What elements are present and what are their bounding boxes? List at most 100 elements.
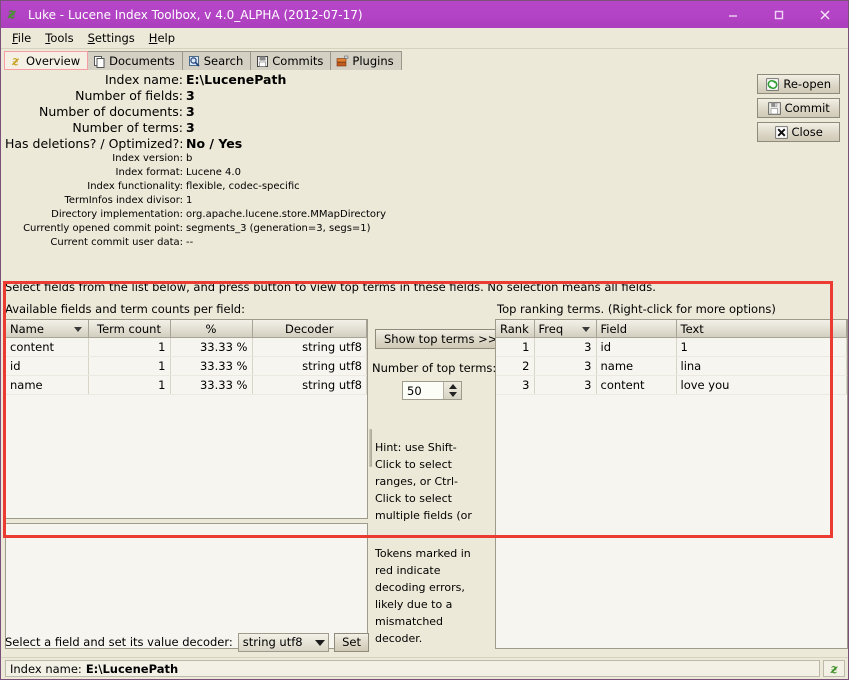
col-header-percent[interactable]: % [170, 320, 253, 338]
info-row-commit-point: Currently opened commit point: segments_… [5, 222, 848, 236]
luke-logo-icon: ƶ [8, 6, 16, 22]
info-value: b [186, 153, 193, 164]
close-index-button[interactable]: Close [757, 122, 840, 142]
tab-commits-label: Commits [272, 54, 324, 68]
col-header-freq[interactable]: Freq [534, 320, 597, 338]
application-window: ƶ Luke - Lucene Index Toolbox, v 4.0_ALP… [0, 0, 849, 680]
cell-field: name [596, 356, 677, 376]
info-label: Number of terms: [72, 120, 183, 135]
search-magnifier-icon [188, 55, 200, 67]
info-row-number-of-documents: Number of documents: 3 [5, 104, 848, 120]
title-bar: ƶ Luke - Lucene Index Toolbox, v 4.0_ALP… [1, 1, 848, 28]
col-header-freq-label: Freq [538, 321, 564, 336]
split-pane-divider[interactable] [369, 429, 372, 467]
tab-search[interactable]: Search [181, 51, 252, 70]
cell-freq: 3 [534, 375, 597, 395]
overview-panel: Index name: E:\LucenePath Number of fiel… [1, 70, 848, 657]
reopen-button[interactable]: Re-open [757, 74, 840, 94]
info-row-deletions-optimized: Has deletions? / Optimized?: No / Yes [5, 136, 848, 152]
info-value: E:\LucenePath [186, 72, 287, 87]
info-value: org.apache.lucene.store.MMapDirectory [186, 209, 387, 220]
cell-decoder: string utf8 [252, 356, 367, 376]
floppy-disk-icon [767, 101, 781, 115]
index-action-buttons: Re-open Commit Close [757, 74, 840, 142]
chevron-down-icon [448, 392, 457, 398]
cell-field-name: content [6, 337, 89, 357]
chevron-down-icon [315, 640, 326, 646]
info-row-index-format: Index format: Lucene 4.0 [5, 166, 848, 180]
col-header-name[interactable]: Name [6, 320, 89, 338]
floppy-disk-icon [257, 55, 269, 67]
cell-text: 1 [676, 337, 847, 357]
table-row[interactable]: content 1 33.33 % string utf8 [6, 337, 367, 357]
cell-field: id [596, 337, 677, 357]
sort-descending-icon [73, 326, 82, 332]
set-decoder-button[interactable]: Set [334, 632, 369, 652]
info-value: 3 [186, 88, 195, 103]
top-ranking-terms-label: Top ranking terms. (Right-click for more… [497, 302, 776, 316]
cell-field-name: id [6, 356, 89, 376]
tab-overview[interactable]: ƶ Overview [4, 51, 89, 70]
cell-field: content [596, 375, 677, 395]
info-row-index-version: Index version: b [5, 152, 848, 166]
cell-rank: 1 [496, 337, 535, 357]
commit-button-label: Commit [784, 101, 830, 115]
table-row[interactable]: name 1 33.33 % string utf8 [6, 375, 367, 395]
number-of-top-terms-stepper[interactable]: 50 [402, 381, 462, 400]
tab-search-label: Search [203, 54, 244, 68]
cell-freq: 3 [534, 337, 597, 357]
decoder-select[interactable]: string utf8 [237, 632, 330, 652]
menu-tools-rest: ools [50, 31, 74, 45]
fields-instruction-text: Select fields from the list below, and p… [5, 280, 656, 294]
col-header-rank[interactable]: Rank [496, 320, 535, 338]
cell-decoder: string utf8 [252, 375, 367, 395]
menu-settings[interactable]: Settings [81, 29, 142, 47]
tab-plugins[interactable]: Plugins [330, 51, 402, 70]
show-top-terms-button[interactable]: Show top terms >> [375, 329, 507, 349]
table-row[interactable]: id 1 33.33 % string utf8 [6, 356, 367, 376]
menu-help-rest: elp [157, 31, 176, 45]
available-fields-table[interactable]: Name Term count % Decoder content 1 33.3… [5, 319, 368, 519]
table-row[interactable]: 3 3 content love you [496, 375, 847, 395]
info-label: Number of documents: [38, 104, 183, 119]
menu-bar: File Tools Settings Help [1, 28, 848, 49]
chevron-up-icon [448, 383, 457, 389]
info-label: Current commit user data: [50, 237, 183, 248]
col-header-text[interactable]: Text [676, 320, 847, 338]
minimize-button[interactable] [710, 1, 756, 28]
info-value: Lucene 4.0 [186, 167, 241, 178]
menu-help[interactable]: Help [142, 29, 182, 47]
decoder-bar: Select a field and set its value decoder… [5, 631, 369, 653]
decoding-hint-panel: Tokens marked in red indicate decoding e… [369, 523, 493, 649]
info-value: 3 [186, 104, 195, 119]
cell-decoder: string utf8 [252, 337, 367, 357]
cell-percent: 33.33 % [170, 356, 253, 376]
sort-descending-icon [581, 326, 590, 332]
table-row[interactable]: 2 3 name lina [496, 356, 847, 376]
tab-documents[interactable]: Documents [87, 51, 183, 70]
documents-icon [94, 55, 105, 68]
info-row-directory-implementation: Directory implementation: org.apache.luc… [5, 208, 848, 222]
table-row[interactable]: 1 3 id 1 [496, 337, 847, 357]
col-header-term-count[interactable]: Term count [88, 320, 171, 338]
luke-overview-icon: ƶ [11, 54, 20, 67]
stepper-decrement-button[interactable] [444, 391, 461, 400]
info-row-index-name: Index name: E:\LucenePath [5, 72, 848, 88]
maximize-button[interactable] [756, 1, 802, 28]
info-row-number-of-fields: Number of fields: 3 [5, 88, 848, 104]
top-ranking-terms-table[interactable]: Rank Freq Field Text 1 3 id 1 2 3 name l… [495, 319, 848, 649]
menu-file[interactable]: File [5, 29, 38, 47]
commit-button[interactable]: Commit [757, 98, 840, 118]
number-of-top-terms-value[interactable]: 50 [403, 382, 443, 399]
cell-percent: 33.33 % [170, 375, 253, 395]
col-header-field[interactable]: Field [596, 320, 677, 338]
menu-tools[interactable]: Tools [38, 29, 80, 47]
index-info-block: Index name: E:\LucenePath Number of fiel… [1, 72, 848, 250]
info-value: 3 [186, 120, 195, 135]
col-header-decoder[interactable]: Decoder [252, 320, 367, 338]
close-button[interactable] [802, 1, 848, 28]
info-label: Directory implementation: [51, 209, 183, 220]
stepper-increment-button[interactable] [444, 382, 461, 391]
tab-commits[interactable]: Commits [250, 51, 332, 70]
fields-and-terms-area: Select fields from the list below, and p… [3, 274, 848, 655]
